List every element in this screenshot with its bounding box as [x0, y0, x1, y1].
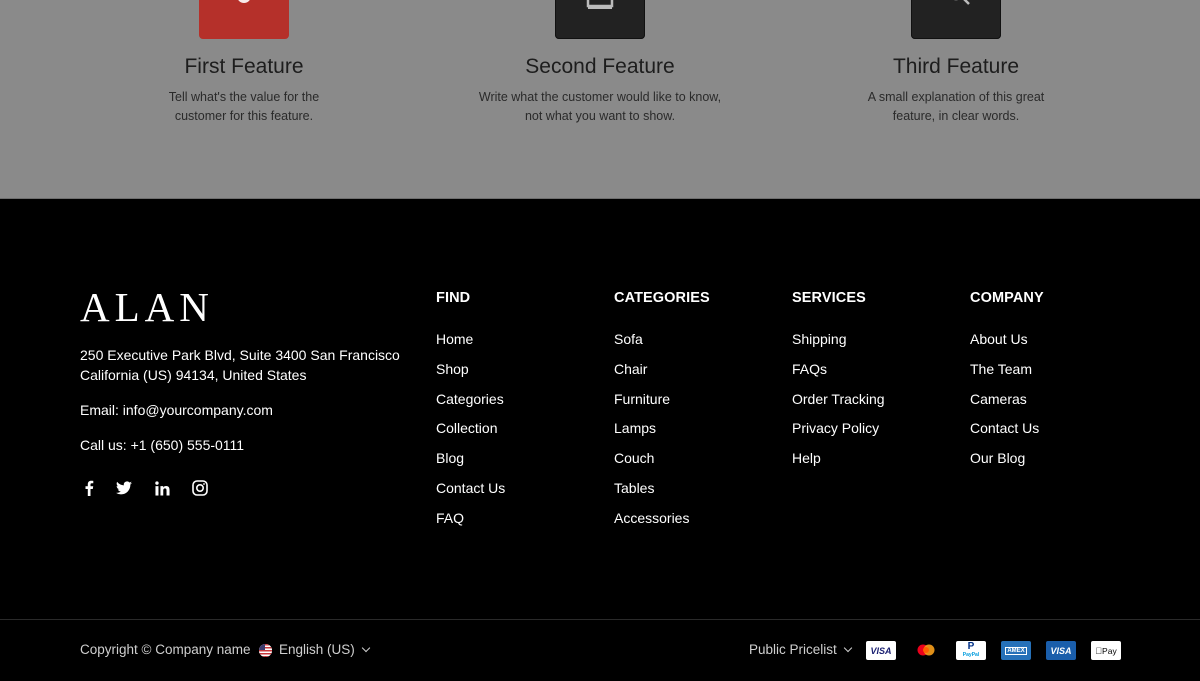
footer-column-categories: CATEGORIES Sofa Chair Furniture Lamps Co… [614, 288, 710, 538]
footer-link-lamps[interactable]: Lamps [614, 418, 710, 448]
chat-icon [911, 0, 1001, 39]
footer-link-about-us[interactable]: About Us [970, 329, 1044, 359]
instagram-icon[interactable] [191, 479, 209, 497]
footer-link-our-blog[interactable]: Our Blog [970, 448, 1044, 478]
visa-electron-icon: VISA [1046, 641, 1076, 660]
pricelist-label: Public Pricelist [749, 642, 837, 657]
footer-link-faq[interactable]: FAQ [436, 508, 505, 538]
footer-column-find: FIND Home Shop Categories Collection Blo… [436, 288, 505, 538]
footer-link-the-team[interactable]: The Team [970, 359, 1044, 389]
pricelist-selector[interactable]: Public Pricelist [749, 641, 853, 659]
us-flag-icon [259, 643, 272, 657]
footer-link-couch[interactable]: Couch [614, 448, 710, 478]
footer-link-chair[interactable]: Chair [614, 359, 710, 389]
company-address: 250 Executive Park Blvd, Suite 3400 San … [80, 347, 400, 383]
footer-link-shop[interactable]: Shop [436, 359, 505, 389]
facebook-icon[interactable] [80, 479, 98, 497]
features-section: First Feature Tell what's the value for … [0, 0, 1200, 199]
paypal-icon: P PayPal [956, 641, 986, 660]
feature-title: First Feature [184, 55, 304, 78]
language-selector[interactable]: English (US) [259, 641, 371, 659]
footer-link-privacy-policy[interactable]: Privacy Policy [792, 418, 885, 448]
footer-link-contact-us[interactable]: Contact Us [970, 418, 1044, 448]
footer-link-order-tracking[interactable]: Order Tracking [792, 389, 885, 419]
brand-logo[interactable]: ALAN [80, 285, 214, 329]
mastercard-icon [911, 641, 941, 660]
column-heading: SERVICES [792, 290, 866, 306]
footer-link-categories[interactable]: Categories [436, 389, 505, 419]
feature-description: Tell what's the value for the customer fo… [168, 90, 320, 123]
footer-link-faqs[interactable]: FAQs [792, 359, 885, 389]
amex-icon: AMEX [1001, 641, 1031, 660]
column-heading: COMPANY [970, 290, 1044, 306]
contact-email[interactable]: Email: info@yourcompany.com [80, 400, 273, 420]
chevron-down-icon [361, 643, 371, 653]
footer-column-company: COMPANY About Us The Team Cameras Contac… [970, 288, 1044, 478]
footer-link-home[interactable]: Home [436, 329, 505, 359]
monitor-icon [555, 0, 645, 39]
footer-link-blog[interactable]: Blog [436, 448, 505, 478]
column-heading: FIND [436, 290, 471, 306]
twitter-icon[interactable] [115, 479, 133, 497]
footer-link-cameras[interactable]: Cameras [970, 389, 1044, 419]
footer-link-tables[interactable]: Tables [614, 478, 710, 508]
chevron-down-icon [843, 643, 853, 653]
footer-link-shipping[interactable]: Shipping [792, 329, 885, 359]
footer-link-sofa[interactable]: Sofa [614, 329, 710, 359]
language-label: English (US) [279, 642, 355, 657]
visa-icon: VISA [866, 641, 896, 660]
feature-description: Write what the customer would like to kn… [478, 90, 722, 123]
copyright-text: Copyright © Company name [80, 642, 251, 657]
gear-icon [199, 0, 289, 39]
footer-link-furniture[interactable]: Furniture [614, 389, 710, 419]
feature-title: Second Feature [525, 55, 675, 78]
footer-link-accessories[interactable]: Accessories [614, 508, 710, 538]
feature-description: A small explanation of this great feature… [867, 90, 1045, 123]
feature-title: Third Feature [892, 55, 1020, 78]
footer-column-services: SERVICES Shipping FAQs Order Tracking Pr… [792, 288, 885, 478]
footer-link-help[interactable]: Help [792, 448, 885, 478]
column-heading: CATEGORIES [614, 290, 710, 306]
footer-divider [0, 619, 1200, 620]
apple-pay-icon: Pay [1091, 641, 1121, 660]
linkedin-icon[interactable] [153, 479, 171, 497]
contact-phone[interactable]: Call us: +1 (650) 555-0111 [80, 435, 244, 455]
footer-link-contact-us[interactable]: Contact Us [436, 478, 505, 508]
footer-link-collection[interactable]: Collection [436, 418, 505, 448]
